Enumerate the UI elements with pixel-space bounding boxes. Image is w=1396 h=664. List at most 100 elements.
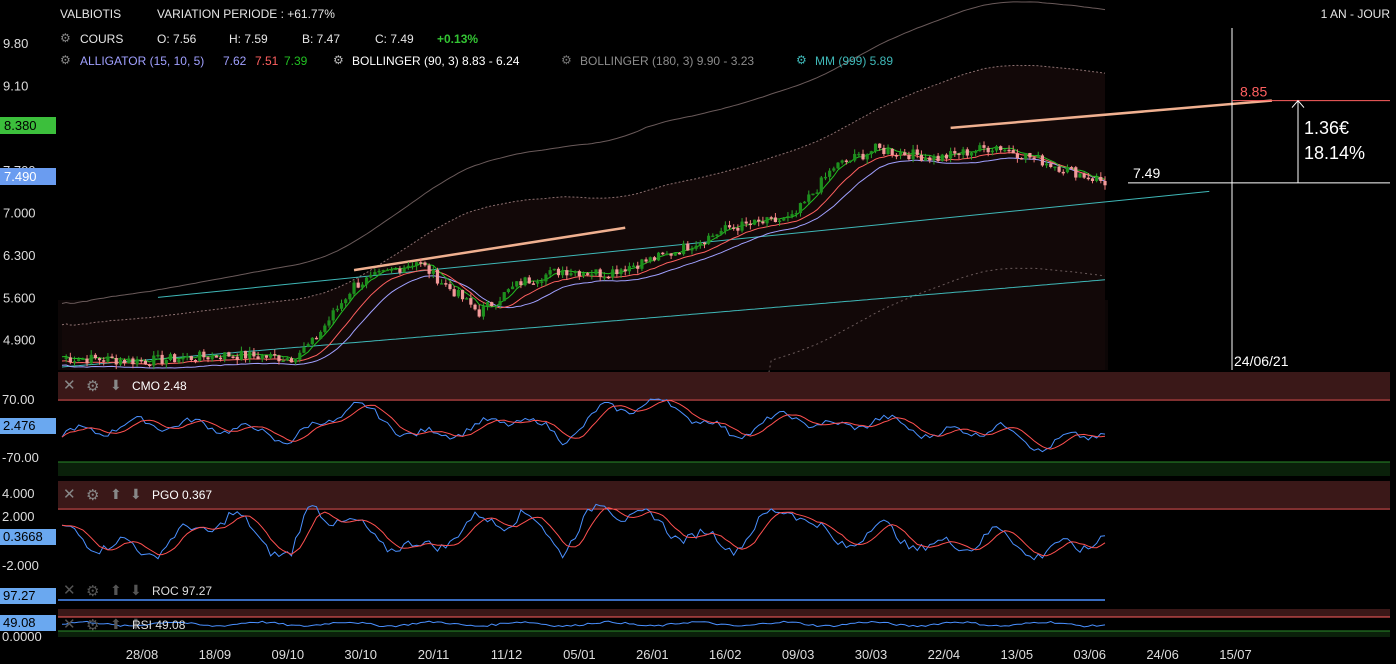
alligator-gear-icon[interactable]: ⚙: [60, 53, 71, 67]
pgo-close-icon[interactable]: ✕: [63, 486, 76, 503]
candle-body: [999, 146, 1003, 151]
candle-body: [427, 265, 431, 274]
candle-body: [122, 360, 127, 364]
period-variation: VARIATION PERIODE : +61.77%: [157, 7, 335, 21]
rsi-gear-icon[interactable]: ⚙: [86, 617, 99, 634]
roc-close-icon[interactable]: ✕: [63, 582, 76, 599]
candle-body: [323, 325, 327, 332]
candle-body: [1082, 173, 1086, 178]
candle-body: [740, 221, 744, 231]
candle-body: [919, 154, 924, 161]
period-selector[interactable]: 1 AN - JOUR: [1321, 7, 1390, 21]
candle-body: [752, 219, 757, 225]
candle-body: [289, 358, 294, 363]
candle-body: [85, 358, 89, 364]
candle-body: [423, 262, 427, 266]
candle-body: [648, 257, 652, 262]
pgo-signal-line: [61, 507, 1106, 557]
cours-label: COURS: [80, 32, 124, 46]
candle-body: [815, 192, 819, 194]
candle-body: [581, 273, 586, 277]
projection-date-label: 24/06/21: [1234, 353, 1289, 369]
candle-body: [723, 225, 727, 231]
candle-body: [164, 360, 168, 364]
bollinger2-gear-icon[interactable]: ⚙: [561, 53, 572, 67]
bollinger1-gear-icon[interactable]: ⚙: [333, 53, 344, 67]
candle-body: [352, 282, 356, 294]
candle-body: [152, 355, 156, 366]
open-value: O: 7.56: [157, 32, 197, 46]
candle-body: [1090, 178, 1095, 182]
candle-body: [310, 337, 314, 345]
chart-area[interactable]: 9.809.107.7007.0006.3005.6004.900 8.380 …: [0, 0, 1396, 664]
candle-body: [1103, 180, 1107, 186]
candle-body: [811, 193, 815, 196]
pgo-gear-icon[interactable]: ⚙: [86, 487, 99, 504]
low-value: B: 7.47: [302, 32, 341, 46]
cmo-header-bar: [58, 372, 1390, 399]
candle-body: [285, 358, 289, 361]
candle-body: [406, 265, 410, 268]
candle-body: [402, 267, 406, 273]
candle-body: [969, 152, 974, 156]
candle-body: [940, 154, 944, 162]
candle-body: [369, 274, 373, 278]
candle-body: [139, 359, 143, 362]
ticker-name: VALBIOTIS: [60, 7, 122, 21]
candle-body: [986, 147, 990, 153]
candle-body: [269, 354, 273, 358]
candle-body: [932, 155, 936, 161]
rsi-arrow-up-icon[interactable]: ⬆: [110, 616, 122, 632]
candle-body: [1036, 155, 1040, 158]
cmo-arrow-down-icon[interactable]: ⬇: [110, 377, 122, 393]
candle-body: [177, 359, 181, 363]
candle-body: [727, 225, 732, 228]
pgo-arrow-up-icon[interactable]: ⬆: [110, 486, 122, 502]
candle-body: [1095, 176, 1099, 182]
candle-body: [248, 351, 252, 359]
candle-body: [364, 277, 369, 285]
bollinger-90-label: BOLLINGER (90, 3) 8.83 - 6.24: [352, 54, 520, 68]
roc-arrow-up-icon[interactable]: ⬆: [110, 582, 122, 598]
pgo-arrow-down-icon[interactable]: ⬇: [130, 486, 142, 502]
roc-arrow-down-icon[interactable]: ⬇: [130, 582, 142, 598]
cours-gear-icon[interactable]: ⚙: [60, 31, 71, 45]
candle-body: [410, 265, 415, 268]
candle-body: [264, 355, 269, 358]
candle-body: [1061, 171, 1065, 174]
cmo-gear-icon[interactable]: ⚙: [86, 378, 99, 395]
cmo-close-icon[interactable]: ✕: [63, 377, 76, 394]
badge-green-label: 8.380: [4, 118, 37, 133]
candle-body: [898, 152, 903, 156]
candle-body: [719, 230, 723, 235]
price-tick-label: 7.000: [3, 206, 36, 221]
current-price-label: 7.49: [1133, 165, 1160, 181]
candle-body: [911, 149, 915, 160]
candle-body: [928, 157, 932, 161]
candle-body: [556, 268, 561, 276]
candle-body: [782, 217, 786, 221]
candle-body: [277, 355, 281, 362]
candle-body: [419, 262, 423, 264]
candle-body: [1032, 157, 1036, 159]
candle-body: [552, 268, 556, 271]
roc-gear-icon[interactable]: ⚙: [86, 583, 99, 600]
candle-body: [561, 270, 565, 276]
candle-body: [924, 157, 928, 161]
rsi-close-icon[interactable]: ✕: [63, 616, 76, 633]
candle-body: [381, 270, 385, 272]
mm-gear-icon[interactable]: ⚙: [796, 53, 807, 67]
candle-body: [193, 359, 198, 362]
candle-body: [469, 298, 473, 305]
candle-body: [857, 153, 861, 156]
candle-body: [736, 227, 740, 231]
candle-body: [1049, 163, 1053, 167]
candle-body: [765, 217, 769, 224]
alligator-value-3: 7.39: [284, 54, 308, 68]
candle-body: [1024, 152, 1028, 160]
candle-body: [444, 283, 448, 285]
candle-body: [485, 302, 490, 307]
candle-body: [344, 299, 348, 304]
candle-body: [577, 271, 581, 277]
candle-body: [907, 155, 911, 160]
